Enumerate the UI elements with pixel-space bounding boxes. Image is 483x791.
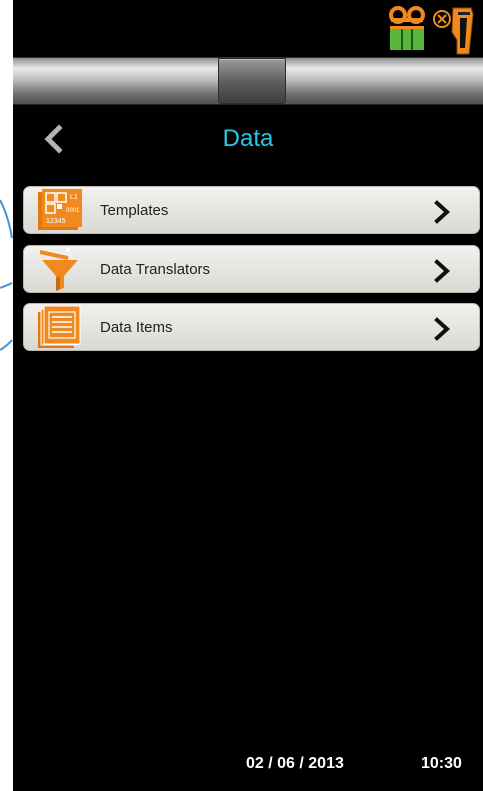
funnel-icon	[38, 248, 84, 292]
status-bar	[13, 0, 483, 58]
menu-item-data-translators[interactable]: Data Translators	[23, 245, 480, 293]
menu-item-label: Data Translators	[100, 261, 211, 278]
tape-recorder-icon	[387, 4, 427, 52]
svg-text:0001: 0001	[66, 208, 80, 214]
document-list-icon	[38, 305, 84, 350]
date-display: 02 / 06 / 2013	[246, 755, 344, 772]
chevron-right-icon	[434, 200, 450, 224]
chevron-right-icon	[434, 259, 450, 283]
menu-item-label: Data Items	[100, 319, 173, 336]
page-header: Data	[13, 110, 483, 170]
menu-item-templates[interactable]: L1 0001 12345 Templates	[23, 186, 480, 234]
device-screen: Data L1 0001 12345 Templates Data Transl…	[13, 0, 483, 791]
svg-text:12345: 12345	[46, 218, 66, 225]
page-title: Data	[222, 125, 274, 152]
menu-item-data-items[interactable]: Data Items	[23, 303, 480, 351]
pull-down-handle[interactable]	[218, 58, 286, 104]
time-display: 10:30	[421, 755, 462, 772]
menu-item-label: Templates	[100, 202, 169, 219]
top-toolbar	[13, 57, 483, 105]
barcode-template-icon: L1 0001 12345	[38, 189, 84, 233]
status-footer: 02 / 06 / 2013 10:30	[13, 749, 483, 779]
scanner-disconnected-icon	[433, 4, 475, 56]
svg-text:L1: L1	[70, 194, 78, 201]
status-icons	[387, 4, 475, 56]
chevron-right-icon	[434, 317, 450, 341]
menu-list: L1 0001 12345 Templates Data Translators…	[23, 186, 480, 362]
